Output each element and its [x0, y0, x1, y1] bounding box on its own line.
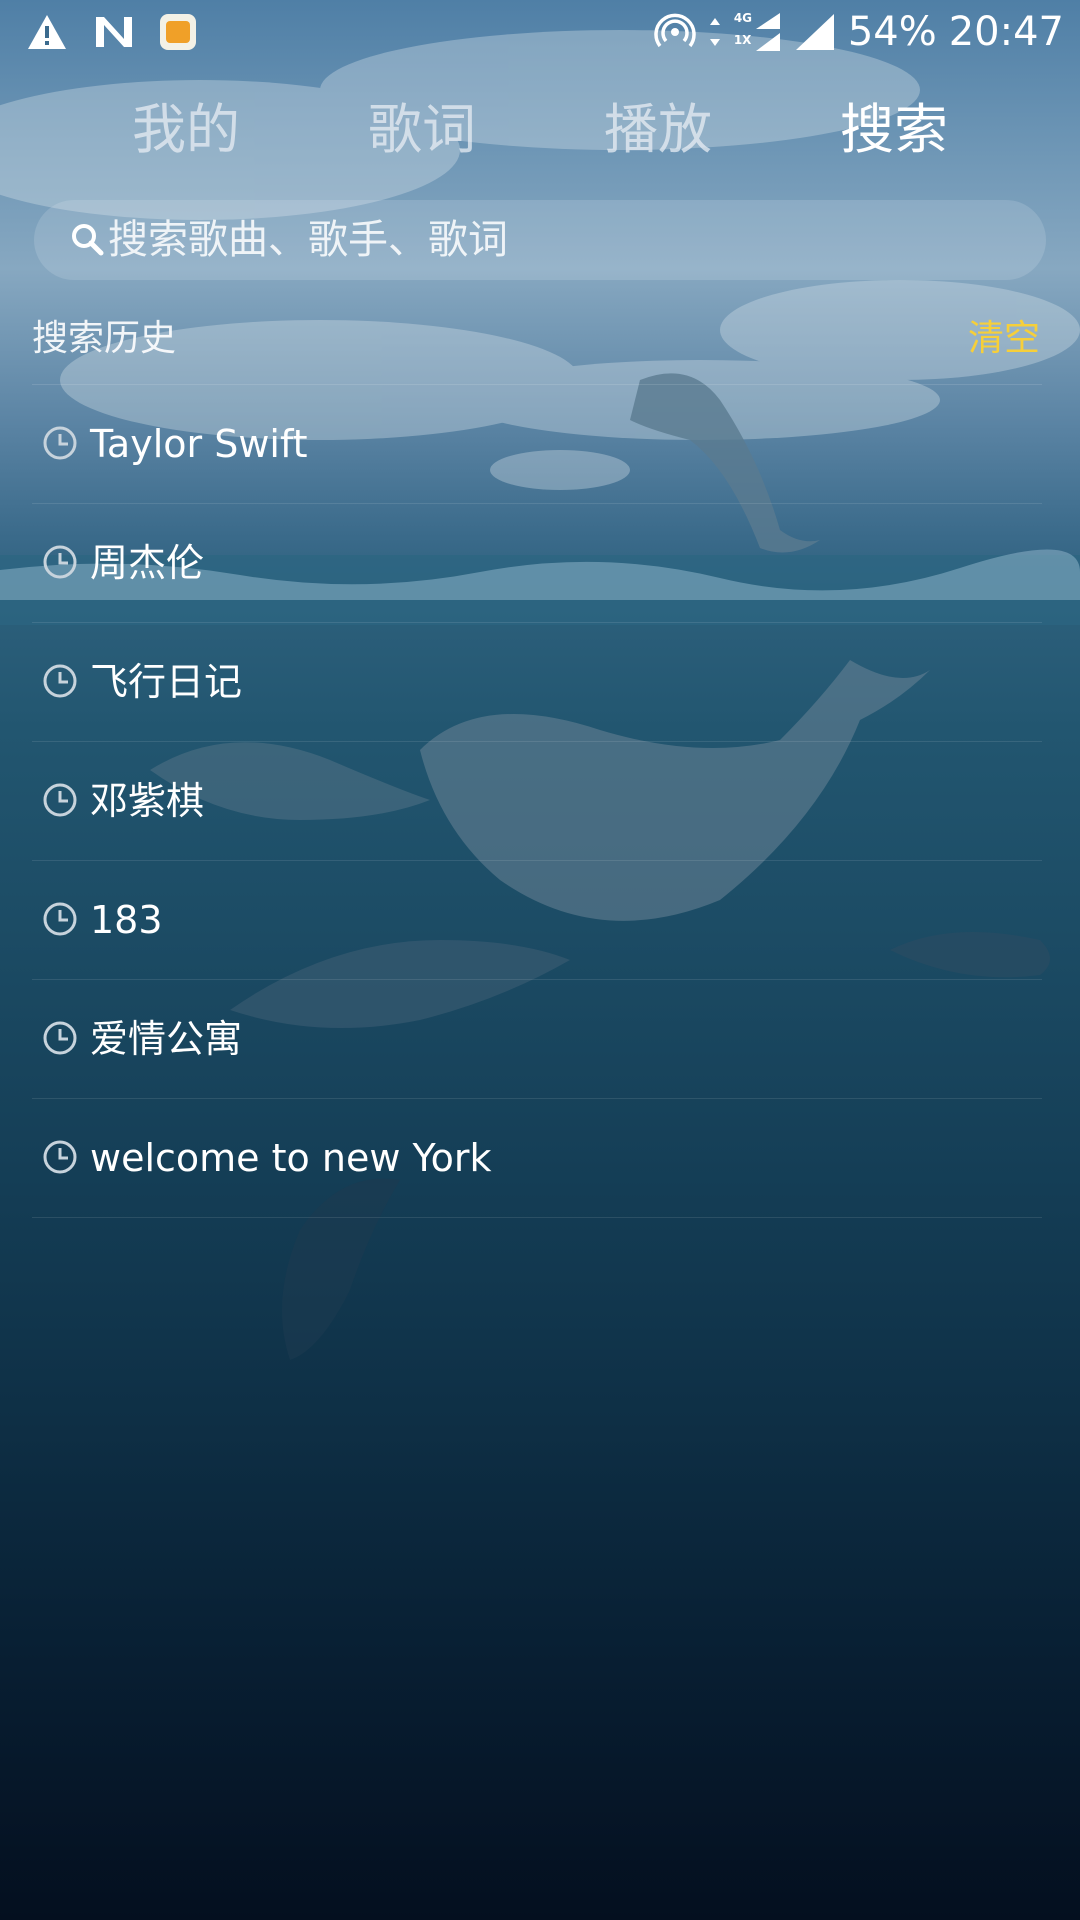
- data-arrows-icon: [709, 18, 720, 46]
- history-item-label: welcome to new York: [90, 1136, 492, 1180]
- clock-icon: [43, 545, 77, 579]
- search-history-list: Taylor Swift 周杰伦 飞行日记 邓紫棋 183 爱情公寓 welco…: [0, 385, 1080, 1218]
- history-item[interactable]: Taylor Swift: [0, 385, 1080, 504]
- history-item[interactable]: 183: [0, 861, 1080, 980]
- tab-play[interactable]: 播放: [558, 90, 758, 170]
- history-item-label: 邓紫棋: [90, 779, 205, 823]
- search-icon: [72, 224, 104, 256]
- n-logo-icon: [96, 17, 132, 47]
- history-item[interactable]: 邓紫棋: [0, 742, 1080, 861]
- clock-icon: [43, 1140, 77, 1174]
- history-item[interactable]: 周杰伦: [0, 504, 1080, 623]
- history-item-label: 爱情公寓: [90, 1017, 243, 1061]
- tab-mine[interactable]: 我的: [86, 90, 286, 170]
- search-input[interactable]: 搜索歌曲、歌手、歌词: [34, 200, 1046, 280]
- signal-4g-icon: 4G 1X: [734, 11, 782, 53]
- tab-search[interactable]: 搜索: [794, 90, 994, 170]
- status-bar: 4G 1X 54% 20:47: [0, 0, 1080, 64]
- clock-icon: [43, 664, 77, 698]
- battery-percent: 54%: [847, 9, 937, 55]
- history-item-label: Taylor Swift: [90, 422, 308, 466]
- tab-bar: 我的 歌词 播放 搜索: [0, 90, 1080, 170]
- divider: [32, 1217, 1042, 1218]
- clear-history-button[interactable]: 清空: [968, 312, 1040, 366]
- signal-icon: [795, 14, 834, 50]
- screen: 4G 1X 54% 20:47 我的 歌词 播放 搜索 搜索歌曲、歌手、歌词 搜…: [0, 0, 1080, 1920]
- hotspot-icon: [654, 13, 696, 48]
- clock-icon: [43, 902, 77, 936]
- history-item-label: 周杰伦: [90, 541, 205, 585]
- warning-icon: [28, 15, 66, 49]
- tab-lyrics[interactable]: 歌词: [322, 90, 522, 170]
- history-item[interactable]: 飞行日记: [0, 623, 1080, 742]
- app-badge-icon: [160, 14, 196, 50]
- history-item[interactable]: welcome to new York: [0, 1099, 1080, 1218]
- search-placeholder: 搜索歌曲、歌手、歌词: [108, 217, 508, 263]
- clock-icon: [43, 1021, 77, 1055]
- clock-icon: [43, 783, 77, 817]
- search-history-title: 搜索历史: [32, 318, 177, 359]
- history-item[interactable]: 爱情公寓: [0, 980, 1080, 1099]
- clock-time: 20:47: [948, 9, 1064, 55]
- history-item-label: 飞行日记: [90, 660, 243, 704]
- history-item-label: 183: [90, 898, 163, 942]
- clock-icon: [43, 426, 77, 460]
